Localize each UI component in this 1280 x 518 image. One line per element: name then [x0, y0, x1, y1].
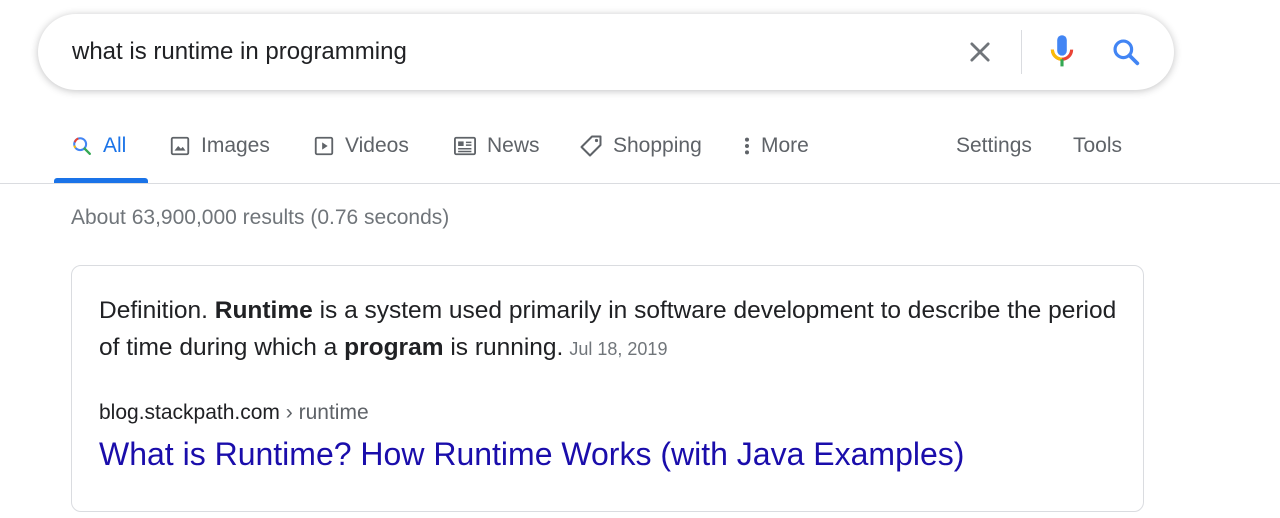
search-bar: what is runtime in programming [38, 14, 1174, 90]
snippet-date: Jul 18, 2019 [569, 339, 668, 359]
snippet-text-part: Definition. [99, 297, 215, 324]
tab-label: News [487, 133, 540, 157]
active-tab-indicator [54, 178, 148, 183]
settings-link[interactable]: Settings [956, 108, 1032, 183]
more-vert-icon [741, 135, 753, 157]
tools-link[interactable]: Tools [1073, 108, 1122, 183]
clear-search-button[interactable] [962, 34, 998, 70]
result-url: blog.stackpath.com › runtime [99, 401, 369, 425]
search-icon [71, 135, 93, 157]
tab-images[interactable]: Images [169, 108, 270, 183]
search-tabs: All Images Videos News Shopping More Set… [0, 108, 1280, 184]
search-icon [1113, 39, 1140, 66]
microphone-icon [1050, 35, 1074, 67]
tab-label: Videos [345, 133, 409, 157]
snippet-text: Definition. Runtime is a system used pri… [99, 292, 1129, 368]
play-icon [313, 135, 335, 157]
tab-label: All [103, 133, 127, 157]
tab-shopping[interactable]: Shopping [579, 108, 702, 183]
voice-search-button[interactable] [1042, 32, 1082, 72]
tab-videos[interactable]: Videos [313, 108, 409, 183]
tab-label: More [761, 133, 809, 157]
tab-more[interactable]: More [741, 108, 809, 183]
featured-snippet-card: Definition. Runtime is a system used pri… [71, 265, 1144, 512]
tag-icon [579, 134, 603, 158]
snippet-highlight: Runtime [214, 297, 313, 324]
tab-label: Images [201, 133, 270, 157]
tab-news[interactable]: News [453, 108, 540, 183]
result-breadcrumb: › runtime [279, 401, 369, 424]
image-icon [169, 135, 191, 157]
snippet-highlight: program [344, 334, 444, 361]
tab-label: Shopping [613, 133, 702, 157]
close-icon [970, 42, 990, 62]
snippet-text-part: is running. [443, 334, 564, 361]
newspaper-icon [453, 135, 477, 157]
search-submit-button[interactable] [1106, 32, 1146, 72]
search-input[interactable]: what is runtime in programming [72, 14, 932, 90]
search-results-page: what is runtime in programming All Image… [0, 0, 1280, 518]
search-bar-divider [1021, 30, 1022, 74]
result-title-link[interactable]: What is Runtime? How Runtime Works (with… [99, 436, 964, 473]
result-site: blog.stackpath.com [99, 401, 280, 424]
result-stats: About 63,900,000 results (0.76 seconds) [71, 206, 450, 229]
tab-all[interactable]: All [71, 108, 126, 183]
